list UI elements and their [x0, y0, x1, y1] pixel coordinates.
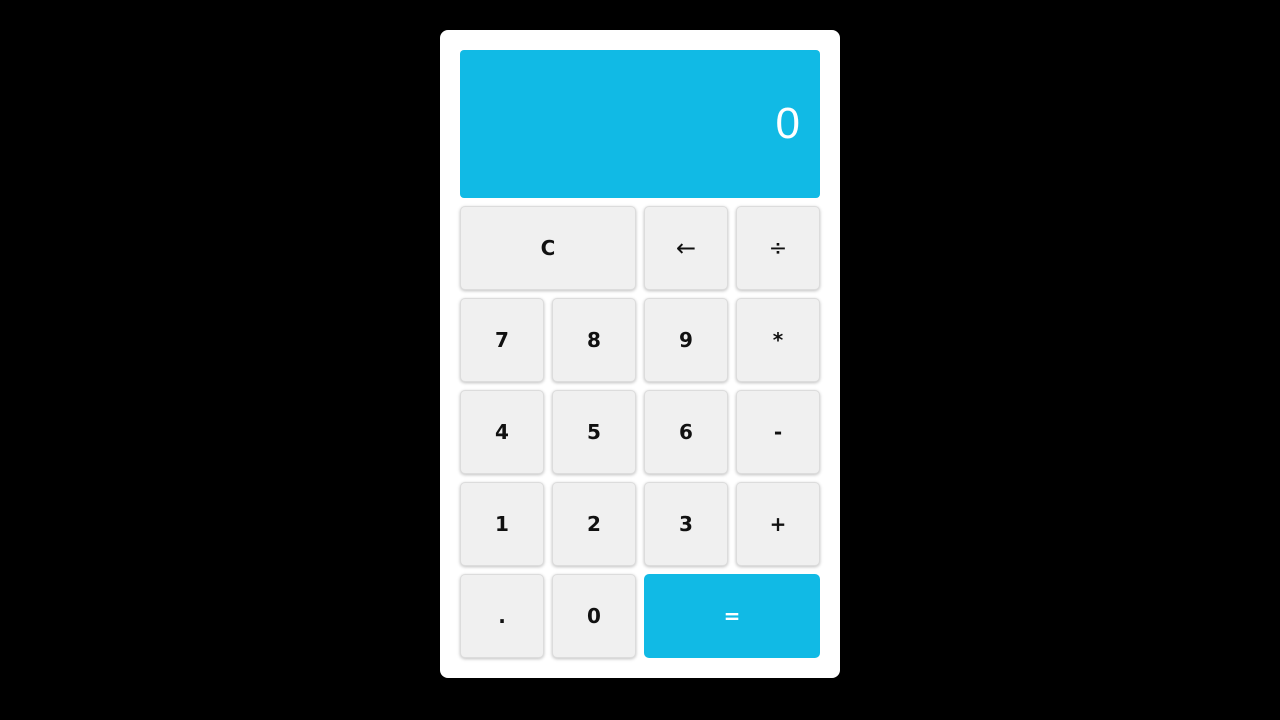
digit-3-button[interactable]: 3	[644, 482, 728, 566]
backspace-button[interactable]: ←	[644, 206, 728, 290]
digit-2-button[interactable]: 2	[552, 482, 636, 566]
digit-9-button[interactable]: 9	[644, 298, 728, 382]
subtract-button[interactable]: -	[736, 390, 820, 474]
add-button[interactable]: +	[736, 482, 820, 566]
calculator-display: 0	[460, 50, 820, 198]
digit-6-button[interactable]: 6	[644, 390, 728, 474]
digit-1-button[interactable]: 1	[460, 482, 544, 566]
divide-button[interactable]: ÷	[736, 206, 820, 290]
digit-0-button[interactable]: 0	[552, 574, 636, 658]
decimal-button[interactable]: .	[460, 574, 544, 658]
multiply-button[interactable]: *	[736, 298, 820, 382]
calculator: 0 C ← ÷ 7 8 9 * 4 5 6 - 1 2 3 + . 0 =	[440, 30, 840, 678]
digit-4-button[interactable]: 4	[460, 390, 544, 474]
keypad: C ← ÷ 7 8 9 * 4 5 6 - 1 2 3 + . 0 =	[460, 206, 820, 658]
display-value: 0	[775, 99, 800, 148]
digit-8-button[interactable]: 8	[552, 298, 636, 382]
digit-5-button[interactable]: 5	[552, 390, 636, 474]
equals-button[interactable]: =	[644, 574, 820, 658]
clear-button[interactable]: C	[460, 206, 636, 290]
digit-7-button[interactable]: 7	[460, 298, 544, 382]
